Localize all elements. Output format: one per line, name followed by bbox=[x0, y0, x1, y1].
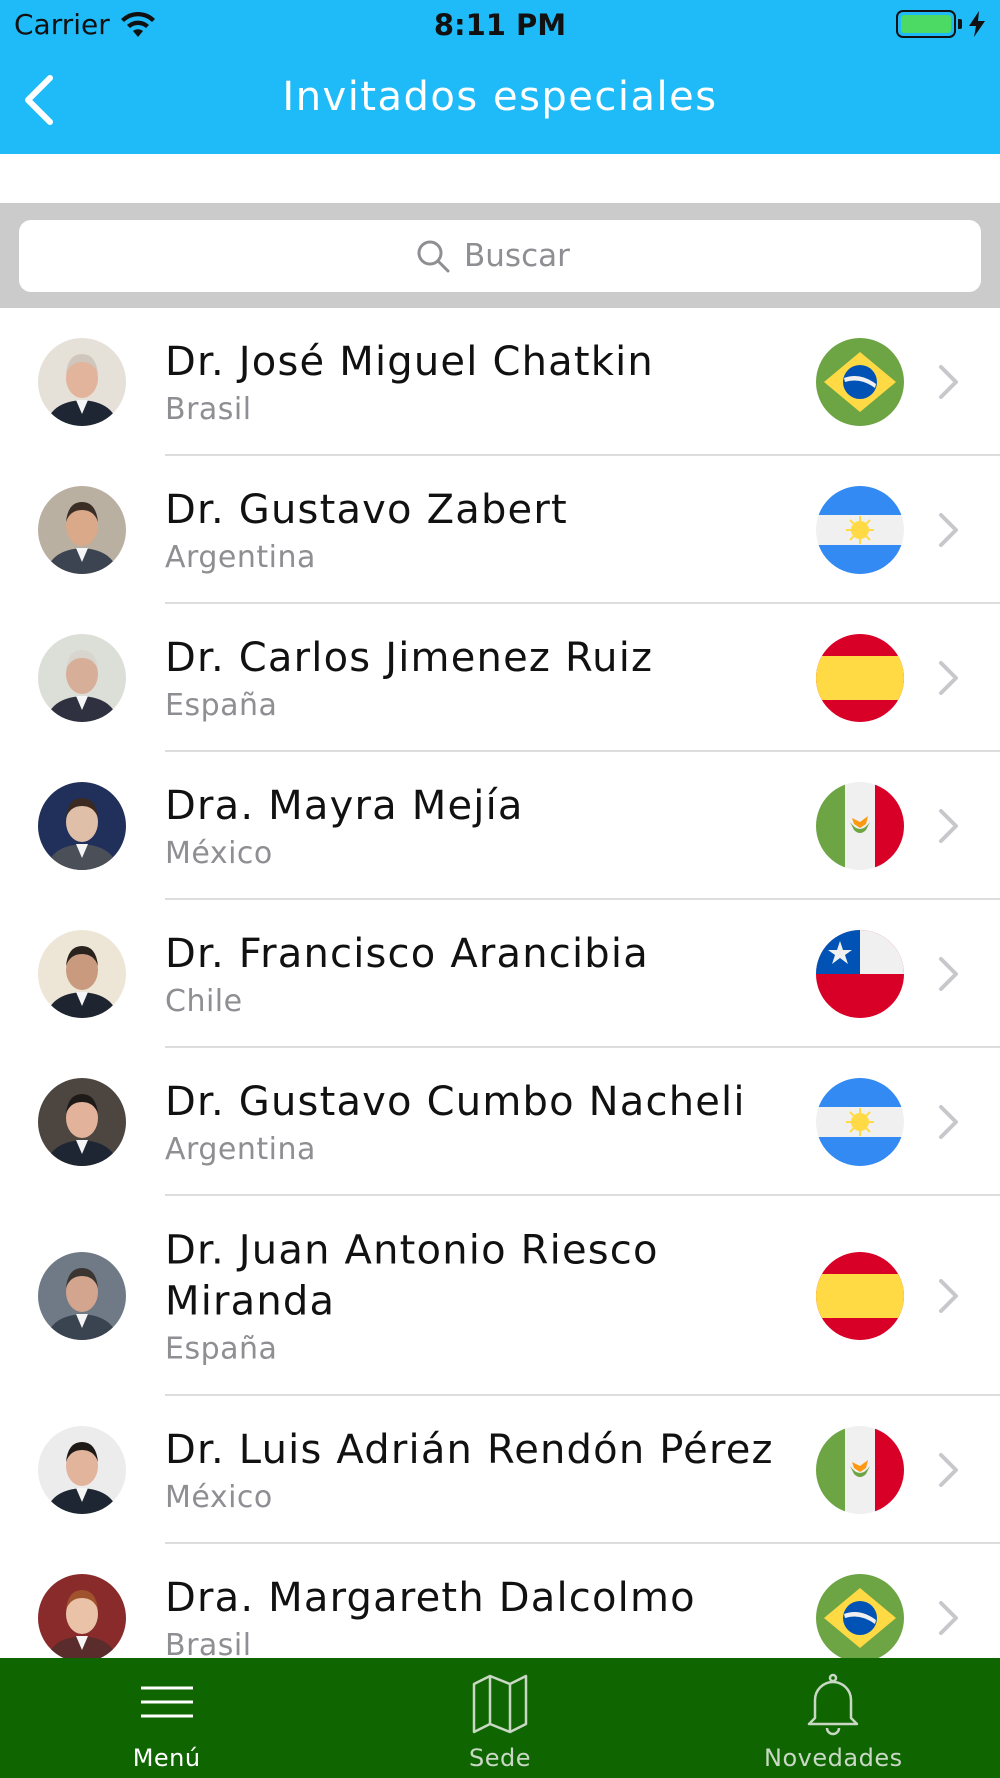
chevron-right-icon bbox=[939, 365, 958, 399]
tab-menu[interactable]: Menú bbox=[0, 1658, 333, 1778]
chile-flag-icon bbox=[816, 930, 904, 1018]
guest-name: Dra. Margareth Dalcolmo bbox=[165, 1575, 696, 1621]
avatar bbox=[38, 930, 126, 1018]
avatar bbox=[38, 338, 126, 426]
battery-icon bbox=[896, 10, 986, 38]
guest-row[interactable]: Dr. Carlos Jimenez Ruiz España bbox=[0, 604, 1000, 752]
search-input[interactable] bbox=[464, 238, 584, 274]
chevron-right-icon bbox=[939, 1279, 958, 1313]
tab-sede-label: Sede bbox=[468, 1744, 531, 1772]
tab-novedades[interactable]: Novedades bbox=[667, 1658, 1000, 1778]
tab-menu-label: Menú bbox=[132, 1744, 201, 1772]
guest-row[interactable]: Dra. Mayra Mejía México bbox=[0, 752, 1000, 900]
guest-name: Dr. Luis Adrián Rendón Pérez bbox=[165, 1427, 774, 1473]
map-icon bbox=[472, 1674, 528, 1734]
search-bar bbox=[0, 203, 1000, 308]
guest-name: Dr. Carlos Jimenez Ruiz bbox=[165, 635, 654, 681]
chevron-right-icon bbox=[939, 1601, 958, 1635]
guest-text: Dr. Carlos Jimenez Ruiz España bbox=[165, 633, 790, 723]
avatar bbox=[38, 1426, 126, 1514]
avatar bbox=[38, 1078, 126, 1166]
guest-country: México bbox=[165, 1480, 273, 1515]
bell-icon bbox=[808, 1673, 859, 1736]
guest-country: España bbox=[165, 688, 278, 723]
guest-name: Dr. Gustavo Cumbo Nacheli bbox=[165, 1079, 746, 1125]
tab-sede[interactable]: Sede bbox=[333, 1658, 666, 1778]
chevron-right-icon bbox=[939, 1105, 958, 1139]
header: Carrier 8:11 PM Invitados especiales bbox=[0, 0, 1000, 154]
chevron-right-icon bbox=[939, 661, 958, 695]
mexico-flag-icon bbox=[816, 1426, 904, 1514]
avatar bbox=[38, 634, 126, 722]
guest-row[interactable]: Dr. Francisco Arancibia Chile bbox=[0, 900, 1000, 1048]
argentina-flag-icon bbox=[816, 486, 904, 574]
avatar bbox=[38, 1252, 126, 1340]
menu-icon bbox=[140, 1686, 193, 1718]
guest-text: Dr. Luis Adrián Rendón Pérez México bbox=[165, 1425, 790, 1515]
guest-country: Chile bbox=[165, 984, 243, 1019]
guest-country: México bbox=[165, 836, 273, 871]
guest-row[interactable]: Dr. Gustavo Cumbo Nacheli Argentina bbox=[0, 1048, 1000, 1196]
brazil-flag-icon bbox=[816, 1574, 904, 1662]
charging-bolt-icon bbox=[969, 11, 985, 37]
spain-flag-icon bbox=[816, 1252, 904, 1340]
chevron-right-icon bbox=[939, 957, 958, 991]
guest-row[interactable]: Dr. Gustavo Zabert Argentina bbox=[0, 456, 1000, 604]
chevron-right-icon bbox=[939, 1453, 958, 1487]
page-title: Invitados especiales bbox=[282, 74, 718, 120]
guest-text: Dr. Juan Antonio Riesco Miranda España bbox=[165, 1226, 790, 1367]
guest-name: Dra. Mayra Mejía bbox=[165, 783, 524, 829]
guest-name: Dr. Francisco Arancibia bbox=[165, 931, 649, 977]
guest-row[interactable]: Dr. Luis Adrián Rendón Pérez México bbox=[0, 1396, 1000, 1544]
guest-name: Dr. José Miguel Chatkin bbox=[165, 339, 654, 385]
guest-country: Argentina bbox=[165, 540, 316, 575]
guest-country: Argentina bbox=[165, 1132, 316, 1167]
guest-country: España bbox=[165, 1331, 278, 1367]
guest-text: Dr. Gustavo Cumbo Nacheli Argentina bbox=[165, 1077, 790, 1167]
guest-text: Dr. José Miguel Chatkin Brasil bbox=[165, 337, 790, 427]
avatar bbox=[38, 1574, 126, 1662]
tab-novedades-label: Novedades bbox=[764, 1744, 903, 1772]
avatar bbox=[38, 486, 126, 574]
guest-row[interactable]: Dr. Juan Antonio Riesco Miranda España bbox=[0, 1196, 1000, 1396]
spain-flag-icon bbox=[816, 634, 904, 722]
chevron-right-icon bbox=[939, 513, 958, 547]
brazil-flag-icon bbox=[816, 338, 904, 426]
search-icon bbox=[417, 240, 450, 273]
search-field[interactable] bbox=[19, 220, 981, 292]
guest-list: Dr. José Miguel Chatkin Brasil Dr. Gustavo… bbox=[0, 308, 1000, 1692]
guest-name: Dr. Juan Antonio Riesco Miranda bbox=[165, 1227, 659, 1325]
avatar bbox=[38, 782, 126, 870]
guest-name: Dr. Gustavo Zabert bbox=[165, 487, 568, 533]
mexico-flag-icon bbox=[816, 782, 904, 870]
status-time: 8:11 PM bbox=[433, 8, 567, 42]
argentina-flag-icon bbox=[816, 1078, 904, 1166]
chevron-right-icon bbox=[939, 809, 958, 843]
guest-text: Dr. Francisco Arancibia Chile bbox=[165, 929, 790, 1019]
guest-text: Dr. Gustavo Zabert Argentina bbox=[165, 485, 790, 575]
guest-row[interactable]: Dr. José Miguel Chatkin Brasil bbox=[0, 308, 1000, 456]
guest-text: Dra. Margareth Dalcolmo Brasil bbox=[165, 1573, 790, 1663]
guest-text: Dra. Mayra Mejía México bbox=[165, 781, 790, 871]
guest-country: Brasil bbox=[165, 392, 252, 427]
tab-bar: Menú Sede Novedades bbox=[0, 1658, 1000, 1778]
